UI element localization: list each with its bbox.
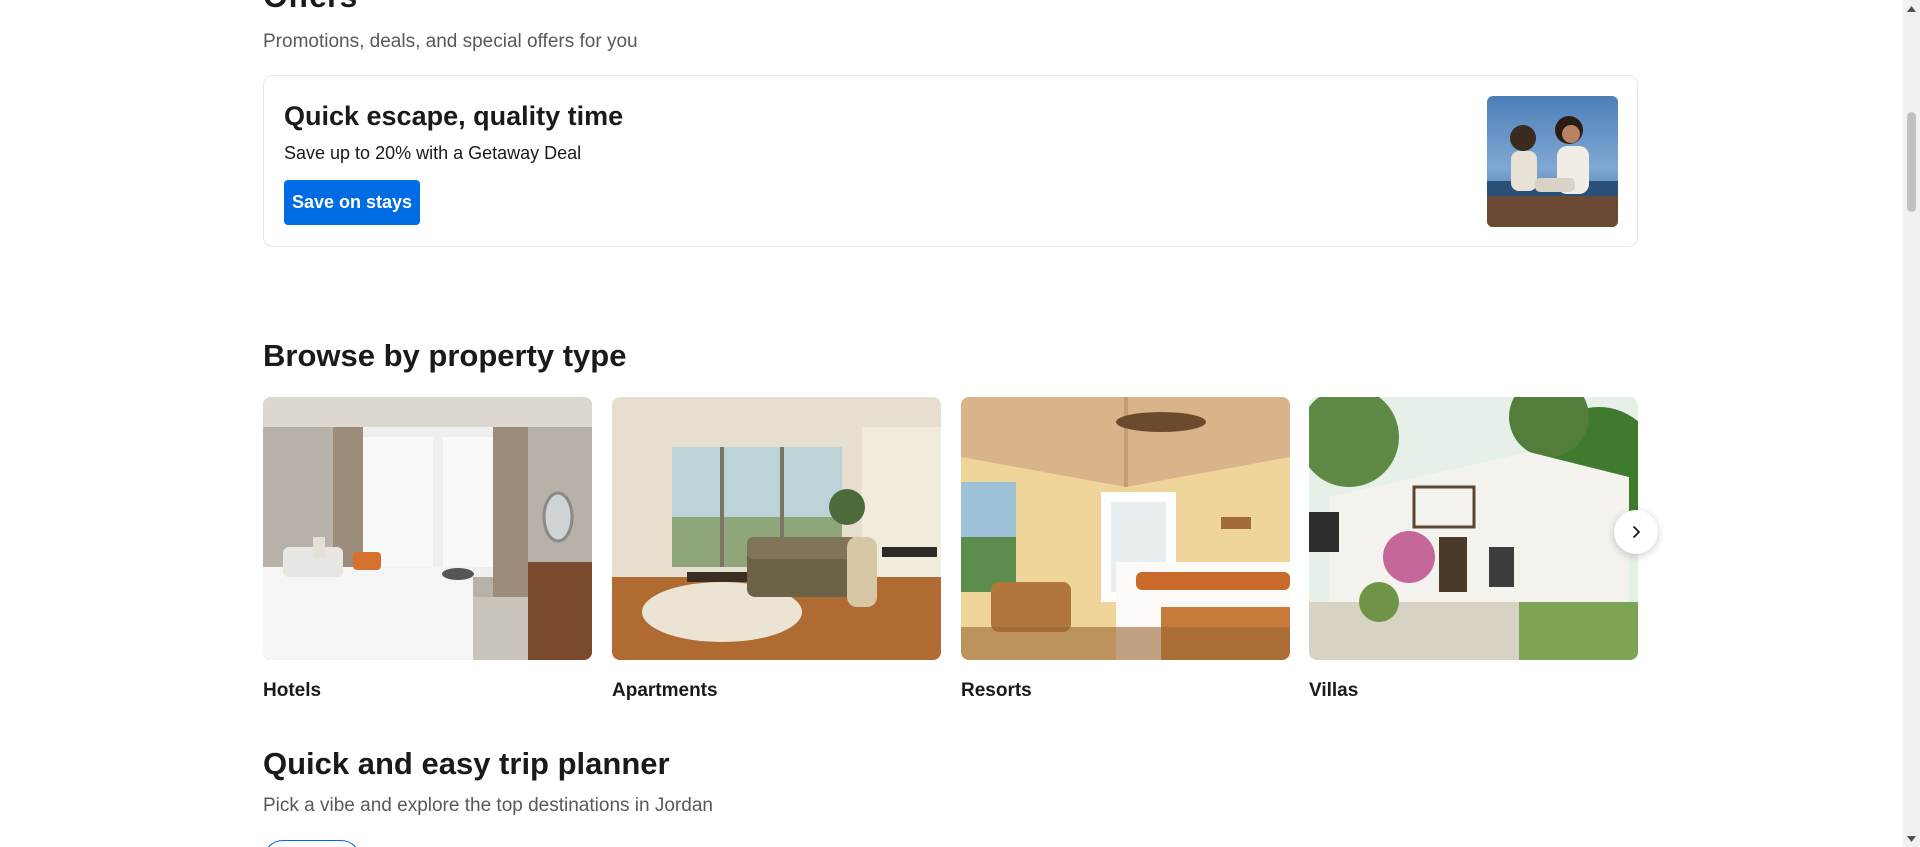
arrow-down-icon: [1907, 835, 1916, 842]
hotels-label: Hotels: [263, 680, 322, 701]
apartments-label: Apartments: [612, 680, 718, 701]
offers-section-subtitle: Promotions, deals, and special offers fo…: [263, 31, 638, 52]
property-type-hotels[interactable]: Hotels: [263, 397, 592, 703]
page: Offers Promotions, deals, and special of…: [0, 0, 1920, 847]
offer-image: [1487, 96, 1618, 227]
save-on-stays-button[interactable]: Save on stays: [284, 180, 420, 225]
apartments-image: [612, 397, 941, 660]
scroll-down-button[interactable]: [1903, 830, 1920, 847]
villas-image: [1309, 397, 1638, 660]
arrow-up-icon: [1907, 5, 1916, 12]
property-type-resorts[interactable]: Resorts: [961, 397, 1290, 703]
vibe-chip[interactable]: [263, 840, 361, 847]
browse-section-title: Browse by property type: [263, 338, 627, 373]
property-type-apartments[interactable]: Apartments: [612, 397, 941, 703]
scroll-up-button[interactable]: [1903, 0, 1920, 17]
chevron-right-icon: [1633, 526, 1640, 538]
offer-description: Save up to 20% with a Getaway Deal: [284, 143, 582, 163]
scrollbar-thumb[interactable]: [1907, 112, 1916, 212]
planner-section-subtitle: Pick a vibe and explore the top destinat…: [263, 795, 713, 816]
hotels-image: [263, 397, 592, 660]
villas-label: Villas: [1309, 680, 1359, 701]
planner-section-title: Quick and easy trip planner: [263, 746, 670, 781]
offer-card: Quick escape, quality time Save up to 20…: [263, 75, 1638, 247]
offer-heading: Quick escape, quality time: [284, 101, 624, 131]
carousel-next-button[interactable]: [1614, 510, 1658, 554]
property-type-villas[interactable]: Villas: [1309, 397, 1638, 703]
offers-section-title: Offers: [263, 0, 357, 14]
resorts-image: [961, 397, 1290, 660]
vertical-scrollbar[interactable]: [1903, 0, 1920, 847]
resorts-label: Resorts: [961, 680, 1032, 701]
